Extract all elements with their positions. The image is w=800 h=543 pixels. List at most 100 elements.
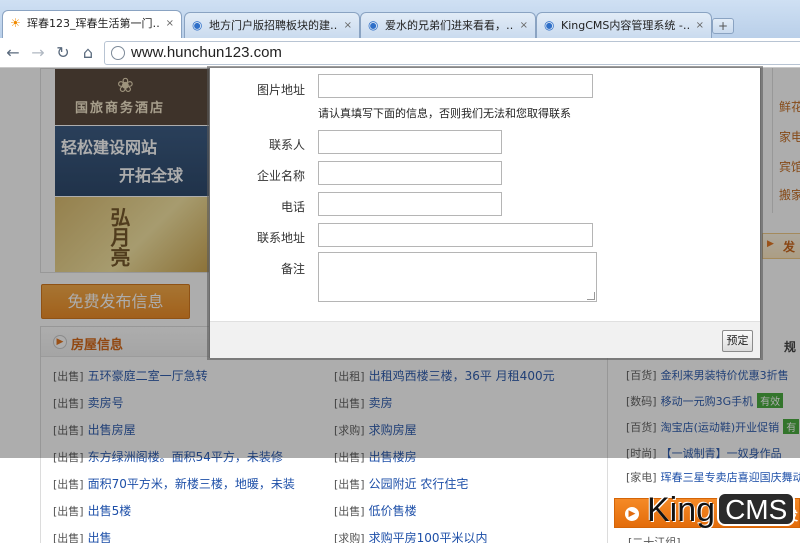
item-title[interactable]: 东方绿洲阁楼。面积54平方，未装修 bbox=[88, 450, 283, 464]
item-title[interactable]: 公园附近 农行住宅 bbox=[369, 477, 469, 491]
category-link[interactable]: 宾馆 bbox=[779, 158, 800, 175]
item-tag: [出售] bbox=[53, 451, 84, 464]
gold-banner-text: 弘月亮 bbox=[107, 207, 131, 267]
tab-close-icon[interactable]: × bbox=[696, 13, 704, 39]
arrow-circle-icon: ▶ bbox=[53, 335, 67, 349]
reserve-button[interactable]: 预定 bbox=[722, 330, 753, 352]
item-tag: [出售] bbox=[53, 424, 84, 437]
list-item[interactable]: [求购] 求购平房100平米以内 bbox=[334, 529, 488, 543]
publish-info-button[interactable]: 免费发布信息 bbox=[41, 284, 190, 319]
chrome-icon: ◉ bbox=[544, 18, 555, 32]
image-url-input[interactable] bbox=[318, 74, 593, 98]
list-item[interactable]: [出售] 公园附近 农行住宅 bbox=[334, 475, 468, 497]
status-badge: 有 bbox=[783, 419, 800, 434]
list-item[interactable]: [出售] 出售房屋 bbox=[53, 421, 136, 443]
browser-toolbar: ← → ↻ ⌂ www.hunchun123.com bbox=[0, 38, 800, 68]
publish-body-text: 规 bbox=[784, 340, 797, 354]
contact-form-dialog: 图片地址 请认真填写下面的信息，否则我们无法和您取得联系 联系人 企业名称 电话… bbox=[209, 68, 761, 358]
list-item[interactable]: [出售] 出售 bbox=[53, 529, 112, 543]
item-title[interactable]: 出售5楼 bbox=[88, 504, 132, 518]
item-title[interactable]: 金利来男装特价优惠3折售 bbox=[661, 369, 789, 382]
list-item[interactable]: [出租] 出租鸡西楼三楼，36平 月租400元 bbox=[334, 367, 555, 389]
item-title[interactable]: 珲春三星专卖店喜迎国庆舞动 bbox=[661, 471, 800, 484]
category-link[interactable]: 鲜花 bbox=[779, 98, 800, 115]
phone-input[interactable] bbox=[318, 192, 502, 216]
gold-banner[interactable]: 弘月亮 bbox=[55, 197, 215, 272]
address-input[interactable] bbox=[318, 223, 593, 247]
forward-arrow-icon[interactable]: → bbox=[27, 42, 49, 64]
list-item[interactable]: [数码] 移动一元购3G手机 有效 bbox=[626, 393, 784, 415]
item-title[interactable]: 出租鸡西楼三楼，36平 月租400元 bbox=[369, 369, 555, 383]
field-label: 联系人 bbox=[268, 138, 305, 152]
tab-close-icon[interactable]: × bbox=[166, 11, 174, 37]
item-title[interactable]: 出售房屋 bbox=[88, 423, 136, 437]
back-arrow-icon[interactable]: ← bbox=[2, 42, 24, 64]
item-tag: [出售] bbox=[53, 478, 84, 491]
house-info-title[interactable]: 房屋信息 bbox=[71, 334, 123, 353]
home-icon[interactable]: ⌂ bbox=[77, 42, 99, 64]
form-hint: 请认真填写下面的信息，否则我们无法和您取得联系 bbox=[318, 107, 571, 120]
list-item[interactable]: [百货] 金利来男装特价优惠3折售 bbox=[626, 367, 789, 389]
item-title[interactable]: 低价售楼 bbox=[369, 504, 417, 518]
tab-close-icon[interactable]: × bbox=[520, 13, 528, 39]
hotel-banner[interactable]: ❀ 国旅商务酒店 bbox=[55, 69, 215, 125]
field-label: 联系地址 bbox=[256, 231, 305, 245]
globe-icon bbox=[111, 46, 125, 60]
list-item[interactable]: [出售] 出售5楼 bbox=[53, 502, 131, 524]
item-title[interactable]: 卖房号 bbox=[88, 396, 124, 410]
company-name-input[interactable] bbox=[318, 161, 502, 185]
list-item[interactable]: [出售] 卖房 bbox=[334, 394, 393, 416]
item-title[interactable]: 出售楼房 bbox=[369, 450, 417, 464]
list-item[interactable]: [出售] 五环豪庭二室一厅急转 bbox=[53, 367, 208, 389]
item-title[interactable]: 求购平房100平米以内 bbox=[369, 531, 488, 543]
item-tag: [百货] bbox=[626, 369, 657, 382]
sun-icon: ☀ bbox=[10, 16, 21, 30]
publish-header-title: 发 bbox=[783, 240, 796, 254]
house-info-section: ▶ 房屋信息 [出售] 五环豪庭二室一厅急转 [出售] 卖房号 [出售] 出售房屋 [… bbox=[40, 326, 608, 543]
list-item[interactable]: [求购] 求购房屋 bbox=[334, 421, 417, 443]
list-item[interactable]: [出售] 东方绿洲阁楼。面积54平方，未装修 bbox=[53, 448, 283, 470]
list-item[interactable]: [时尚] 【一诚制青】一奴身作品 bbox=[626, 445, 782, 467]
item-tag: [出售] bbox=[334, 505, 365, 518]
item-title[interactable]: 求购房屋 bbox=[369, 423, 417, 437]
tab-kingcms[interactable]: ◉ KingCMS内容管理系统 -… × bbox=[536, 12, 712, 39]
category-link[interactable]: 搬家 bbox=[779, 186, 800, 203]
list-item[interactable]: [出售] 低价售楼 bbox=[334, 502, 417, 524]
item-tag: [时尚] bbox=[626, 447, 657, 460]
contact-person-input[interactable] bbox=[318, 130, 502, 154]
tab-close-icon[interactable]: × bbox=[344, 13, 352, 39]
item-title[interactable]: 【一诚制青】一奴身作品 bbox=[661, 447, 782, 460]
list-item[interactable]: [出售] 卖房号 bbox=[53, 394, 124, 416]
item-title[interactable]: 卖房 bbox=[369, 396, 393, 410]
build-site-banner[interactable]: 轻松建设网站 开拓全球 bbox=[55, 126, 215, 196]
tab-hunchun123[interactable]: ☀ 珲春123_珲春生活第一门… × bbox=[2, 10, 182, 39]
publish-body: 规 bbox=[774, 260, 800, 360]
resize-handle-icon[interactable] bbox=[587, 292, 595, 300]
item-tag: [出售] bbox=[334, 397, 365, 410]
lotus-logo-icon: ❀ bbox=[117, 73, 134, 97]
list-item[interactable]: [二十江组] bbox=[628, 534, 681, 543]
item-title[interactable]: 五环豪庭二室一厅急转 bbox=[88, 369, 208, 383]
field-label: 企业名称 bbox=[256, 169, 305, 183]
url-text: www.hunchun123.com bbox=[131, 44, 282, 61]
item-tag: [出售] bbox=[334, 478, 365, 491]
item-title[interactable]: 面积70平方米，新楼三楼，地暖，未装 bbox=[88, 477, 295, 491]
list-item[interactable]: [出售] 出售楼房 bbox=[334, 448, 417, 470]
reload-icon[interactable]: ↻ bbox=[52, 42, 74, 64]
remarks-textarea[interactable] bbox=[318, 252, 597, 302]
new-tab-button[interactable]: + bbox=[712, 18, 734, 34]
tab-forum[interactable]: ◉ 爱水的兄弟们进来看看，… × bbox=[360, 12, 536, 39]
chrome-icon: ◉ bbox=[192, 18, 203, 32]
item-title[interactable]: 出售 bbox=[88, 531, 112, 543]
banner-line2: 开拓全球 bbox=[119, 166, 184, 185]
address-bar[interactable]: www.hunchun123.com bbox=[104, 41, 800, 65]
category-links: 鲜花 家电 宾馆 搬家 bbox=[772, 68, 800, 213]
list-item[interactable]: [百货] 淘宝店(运动鞋)开业促销有 bbox=[626, 419, 800, 441]
tab-recruitment[interactable]: ◉ 地方门户版招聘板块的建… × bbox=[184, 12, 360, 39]
list-item[interactable]: [家电] 珲春三星专卖店喜迎国庆舞动 bbox=[626, 469, 800, 491]
list-item[interactable]: [出售] 面积70平方米，新楼三楼，地暖，未装 bbox=[53, 475, 295, 497]
item-title[interactable]: 淘宝店(运动鞋)开业促销 bbox=[661, 421, 780, 434]
item-title[interactable]: 移动一元购3G手机 bbox=[661, 395, 754, 408]
arrow-circle-icon: ▶ bbox=[625, 507, 639, 521]
category-link[interactable]: 家电 bbox=[779, 128, 800, 145]
